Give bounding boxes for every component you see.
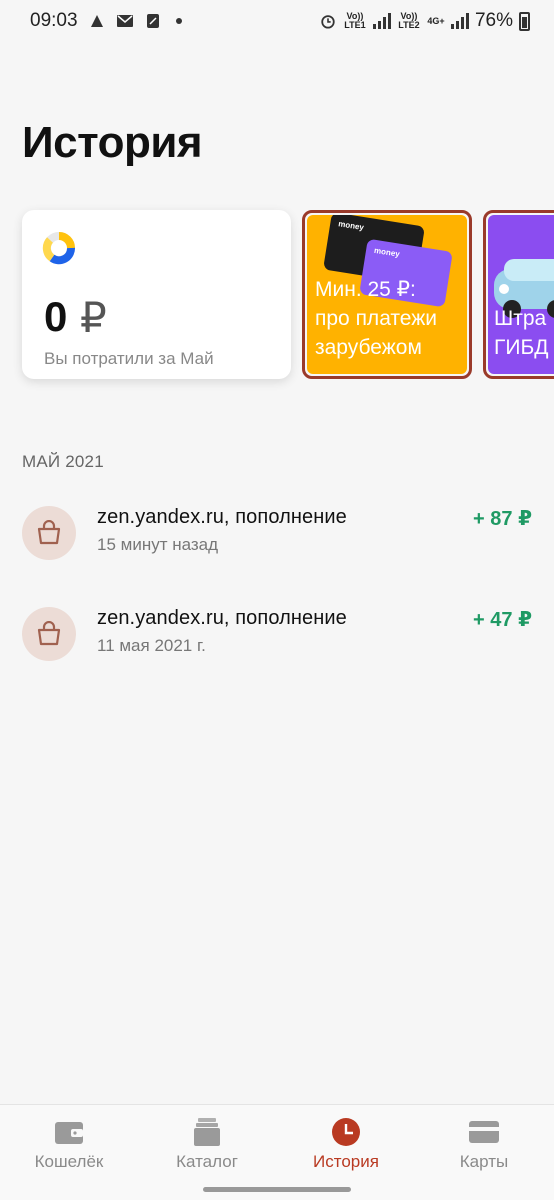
transaction-time: 15 минут назад [97,535,219,554]
nav-item-wallet[interactable]: Кошелёк [0,1105,138,1185]
transaction-row[interactable]: zen.yandex.ru, пополнение 11 мая 2021 г.… [0,607,554,677]
network-4g-label: 4G+ [427,15,445,26]
nav-label: Карты [459,1152,509,1171]
promo-card-foreign-payments[interactable]: money money Мин. 25 ₽: про платежи заруб… [302,210,472,379]
battery-percent: 76% [474,10,513,31]
promo-text-line: зарубежом [315,336,422,359]
transaction-amount: + 47 ₽ [473,609,532,631]
promo-card-body: Штра ГИБД [488,215,554,374]
status-time: 09:03 [30,10,78,31]
battery-icon [519,11,530,31]
bottom-navigation: Кошелёк Каталог История Карты [0,1104,554,1200]
transaction-row[interactable]: zen.yandex.ru, пополнение 15 минут назад… [0,506,554,576]
card-logo: money [373,245,401,259]
promo-card-body: money money Мин. 25 ₽: про платежи заруб… [307,215,467,374]
promo-text: Штра ГИБД [494,304,548,362]
promo-text-line: Штра [494,307,547,330]
promo-text-line: про платежи [315,307,438,330]
signal-icon [372,13,391,29]
transaction-amount: + 87 ₽ [473,508,532,530]
network-lte2-label: Vo)) LTE2 [398,11,420,30]
nav-label: Кошелёк [34,1152,104,1171]
catalog-icon [194,1118,220,1146]
notification-app-icon [90,15,103,27]
card-icon [469,1121,499,1143]
shopping-bag-icon [22,607,76,661]
signal-icon [450,13,469,29]
wallet-icon [55,1122,83,1144]
home-indicator[interactable] [203,1187,351,1192]
notification-app-icon [146,14,159,28]
alarm-icon [321,15,335,29]
promo-text-line: Мин. 25 ₽: [315,278,416,301]
nav-label: История [313,1152,379,1171]
card-logo: money [337,219,365,233]
transaction-date: 11 мая 2021 г. [97,636,206,655]
promo-card-traffic-fines[interactable]: Штра ГИБД [483,210,554,379]
clock-icon [332,1118,360,1146]
spend-label: Вы потратили за Май [44,349,214,368]
shopping-bag-icon [22,506,76,560]
promo-text: Мин. 25 ₽: про платежи зарубежом [315,275,437,362]
transaction-title: zen.yandex.ru, пополнение [97,506,347,528]
spend-currency: ₽ [80,294,107,341]
nav-item-history[interactable]: История [277,1105,415,1185]
spending-ring-icon [42,232,75,265]
nav-label: Каталог [176,1152,238,1171]
more-notifications-dot [175,18,182,24]
monthly-spend-card[interactable]: 0 ₽ Вы потратили за Май [22,210,291,379]
promo-text-line: ГИБД [494,336,549,359]
status-bar: 09:03 Vo)) LTE1 Vo)) LTE2 4G+ 76% [0,0,554,42]
spend-amount: 0 [44,293,68,340]
transaction-title: zen.yandex.ru, пополнение [97,607,347,629]
month-section-header: МАЙ 2021 [22,452,104,471]
page-title: История [22,118,203,167]
mail-icon [116,15,133,27]
nav-item-cards[interactable]: Карты [415,1105,553,1185]
nav-item-catalog[interactable]: Каталог [138,1105,276,1185]
network-lte1-label: Vo)) LTE1 [344,11,366,30]
